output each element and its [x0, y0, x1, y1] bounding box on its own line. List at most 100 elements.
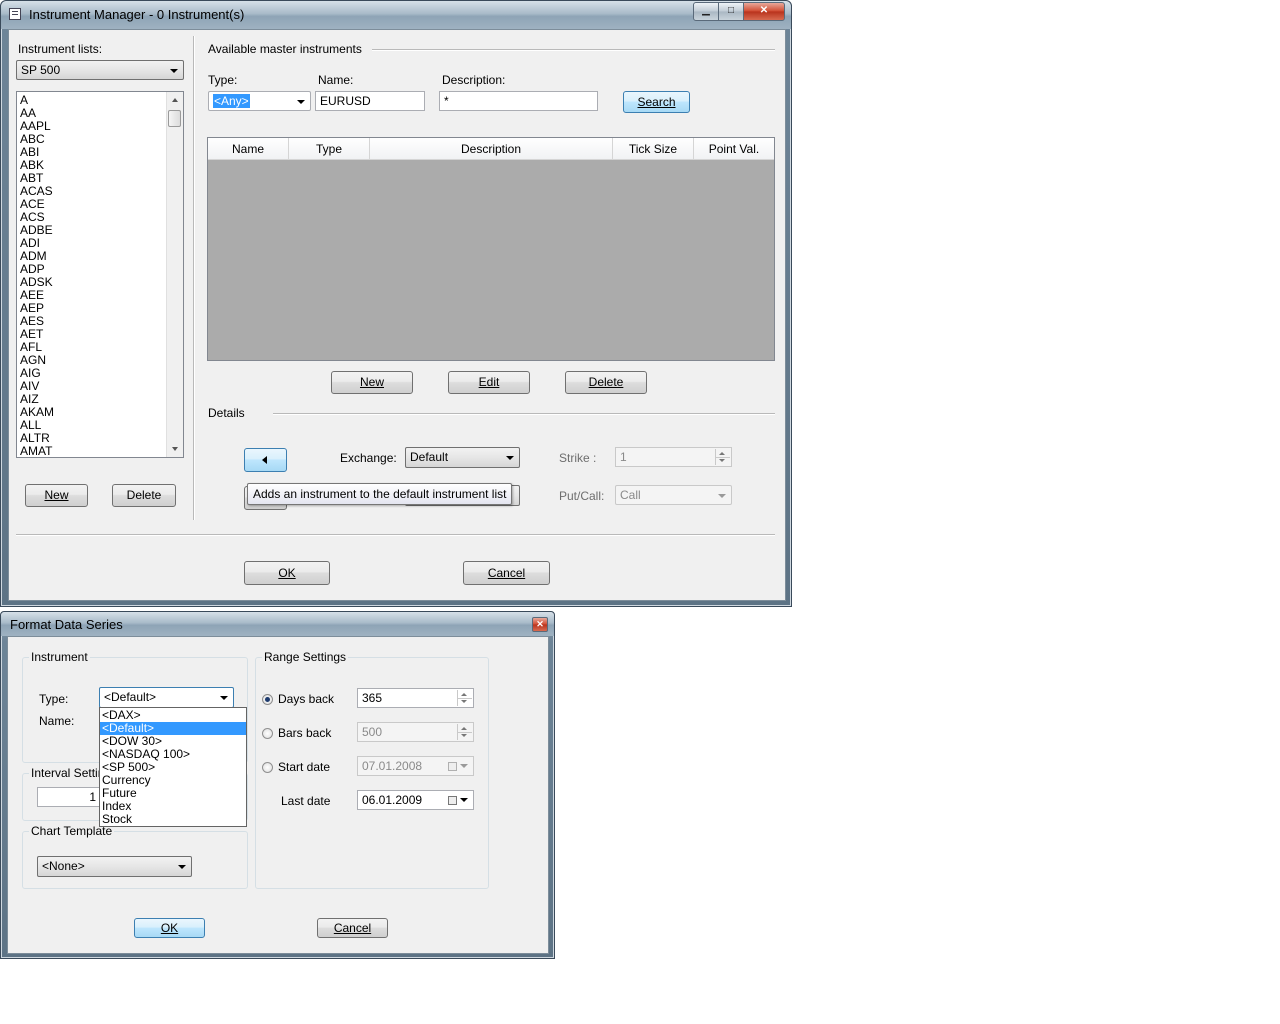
instrument-listbox[interactable]: A AA AAPL ABC ABI ABK ABT ACAS ACE ACS ADBE ADI ADM A… [16, 91, 184, 458]
spinner-arrows-icon [457, 724, 472, 740]
exchange-select[interactable]: Default [405, 447, 520, 468]
grid-header: Name Type Description Tick Size Point Va… [208, 138, 774, 160]
exchange-label: Exchange: [340, 451, 397, 465]
scroll-up-icon[interactable] [172, 98, 178, 102]
series-type-options: <DAX> <Default> <DOW 30> <NASDAQ 100> <SP 50… [100, 708, 246, 826]
start-date-radio[interactable] [262, 762, 273, 773]
add-instrument-tooltip: Adds an instrument to the default instru… [247, 483, 513, 505]
instrument-manager-titlebar[interactable]: Instrument Manager - 0 Instrument(s) ▁ □… [1, 1, 791, 29]
chevron-down-icon [718, 494, 726, 498]
instruments-grid[interactable]: Name Type Description Tick Size Point Va… [207, 137, 775, 361]
ok-button[interactable]: OK [134, 918, 205, 938]
series-type-select[interactable]: <Default> [99, 687, 234, 708]
chevron-down-icon [506, 456, 514, 460]
cancel-button[interactable]: Cancel [317, 918, 388, 938]
format-data-series-titlebar[interactable]: Format Data Series ✕ [1, 612, 554, 636]
minimize-icon: ▁ [702, 5, 710, 16]
scroll-thumb[interactable] [168, 110, 181, 127]
add-to-list-button[interactable] [244, 448, 287, 472]
available-master-rule [372, 49, 775, 51]
calendar-icon[interactable] [448, 796, 457, 805]
name-label: Name: [39, 714, 75, 728]
last-date-label: Last date [281, 794, 331, 808]
list-item[interactable]: AMAT [17, 445, 167, 458]
grid-col-type[interactable]: Type [289, 138, 370, 159]
chevron-down-icon [220, 696, 228, 700]
format-data-series-window: Format Data Series ✕ Instrument Type: <D… [0, 611, 555, 959]
bottom-separator [16, 534, 775, 536]
close-icon: ✕ [536, 619, 544, 629]
cancel-button[interactable]: Cancel [463, 561, 550, 585]
list-item[interactable]: AIG [17, 367, 167, 380]
days-back-label[interactable]: Days back [278, 692, 334, 706]
minimize-button[interactable]: ▁ [693, 2, 719, 21]
description-input[interactable]: * [439, 91, 598, 111]
chevron-down-icon [297, 100, 305, 104]
calendar-icon [448, 762, 457, 771]
strike-spinner: 1 [615, 447, 732, 467]
close-button[interactable]: ✕ [743, 2, 785, 21]
instrument-manager-client: Instrument lists: SP 500 A AA AAPL ABC ABI AB… [8, 29, 786, 601]
interval-input[interactable]: 1 [37, 787, 101, 807]
bars-back-radio[interactable] [262, 728, 273, 739]
format-data-series-client: Instrument Type: <Default> Name: Interva… [7, 636, 549, 954]
instrument-lists-label: Instrument lists: [18, 42, 103, 56]
last-date-picker[interactable]: 06.01.2009 [357, 790, 474, 810]
grid-col-point-val[interactable]: Point Val. [694, 138, 774, 159]
arrow-left-icon [262, 456, 267, 464]
days-back-radio[interactable] [262, 694, 273, 705]
instrument-list-select[interactable]: SP 500 [16, 60, 184, 80]
name-input[interactable]: EURUSD [315, 91, 425, 111]
left-panel-separator [193, 36, 195, 520]
grid-col-tick-size[interactable]: Tick Size [613, 138, 694, 159]
chevron-down-icon[interactable] [460, 798, 468, 802]
type-select[interactable]: <Any> [208, 91, 311, 111]
start-date-label[interactable]: Start date [278, 760, 330, 774]
close-icon: ✕ [759, 5, 769, 16]
dropdown-option[interactable]: Stock [100, 813, 246, 826]
app-icon [9, 8, 21, 20]
new-button[interactable]: New [331, 371, 413, 394]
name-label: Name: [318, 73, 354, 87]
putcall-select: Call [615, 485, 732, 505]
series-type-dropdown[interactable]: <DAX> <Default> <DOW 30> <NASDAQ 100> <SP 50… [99, 707, 247, 827]
days-back-spinner[interactable]: 365 [357, 688, 474, 708]
search-button[interactable]: Search [623, 91, 690, 113]
grid-col-description[interactable]: Description [370, 138, 613, 159]
maximize-icon: □ [727, 5, 735, 16]
spinner-arrows-icon [715, 449, 730, 465]
close-button[interactable]: ✕ [532, 617, 548, 632]
chevron-down-icon [460, 764, 468, 768]
list-new-button[interactable]: New [25, 484, 88, 507]
bars-back-label[interactable]: Bars back [278, 726, 331, 740]
details-rule [273, 413, 775, 415]
instrument-list-items: A AA AAPL ABC ABI ABK ABT ACAS ACE ACS ADBE ADI ADM A… [17, 94, 167, 458]
scroll-down-icon[interactable] [172, 447, 178, 451]
type-label: Type: [39, 692, 69, 706]
chevron-down-icon [170, 69, 178, 73]
list-item[interactable]: ABC [17, 133, 167, 146]
start-date-picker: 07.01.2008 [357, 756, 474, 776]
spinner-arrows-icon[interactable] [457, 690, 472, 706]
instrument-manager-window: Instrument Manager - 0 Instrument(s) ▁ □… [0, 0, 792, 607]
description-label: Description: [442, 73, 506, 87]
strike-label: Strike : [559, 451, 597, 465]
chart-template-select[interactable]: <None> [37, 856, 192, 877]
listbox-scrollbar[interactable] [166, 92, 183, 457]
grid-col-name[interactable]: Name [208, 138, 289, 159]
putcall-label: Put/Call: [559, 489, 605, 503]
ok-button[interactable]: OK [244, 561, 330, 585]
bars-back-spinner: 500 [357, 722, 474, 742]
edit-button[interactable]: Edit [448, 371, 530, 394]
available-master-label: Available master instruments [208, 42, 362, 56]
window-title: Instrument Manager - 0 Instrument(s) [29, 7, 245, 22]
delete-button[interactable]: Delete [565, 371, 647, 394]
window-title: Format Data Series [10, 617, 123, 632]
chevron-down-icon [178, 865, 186, 869]
list-delete-button[interactable]: Delete [112, 484, 176, 507]
details-label: Details [208, 406, 245, 420]
type-label: Type: [208, 73, 238, 87]
maximize-button[interactable]: □ [718, 2, 744, 21]
list-item[interactable]: A [17, 94, 167, 107]
list-item[interactable]: AIV [17, 380, 167, 393]
